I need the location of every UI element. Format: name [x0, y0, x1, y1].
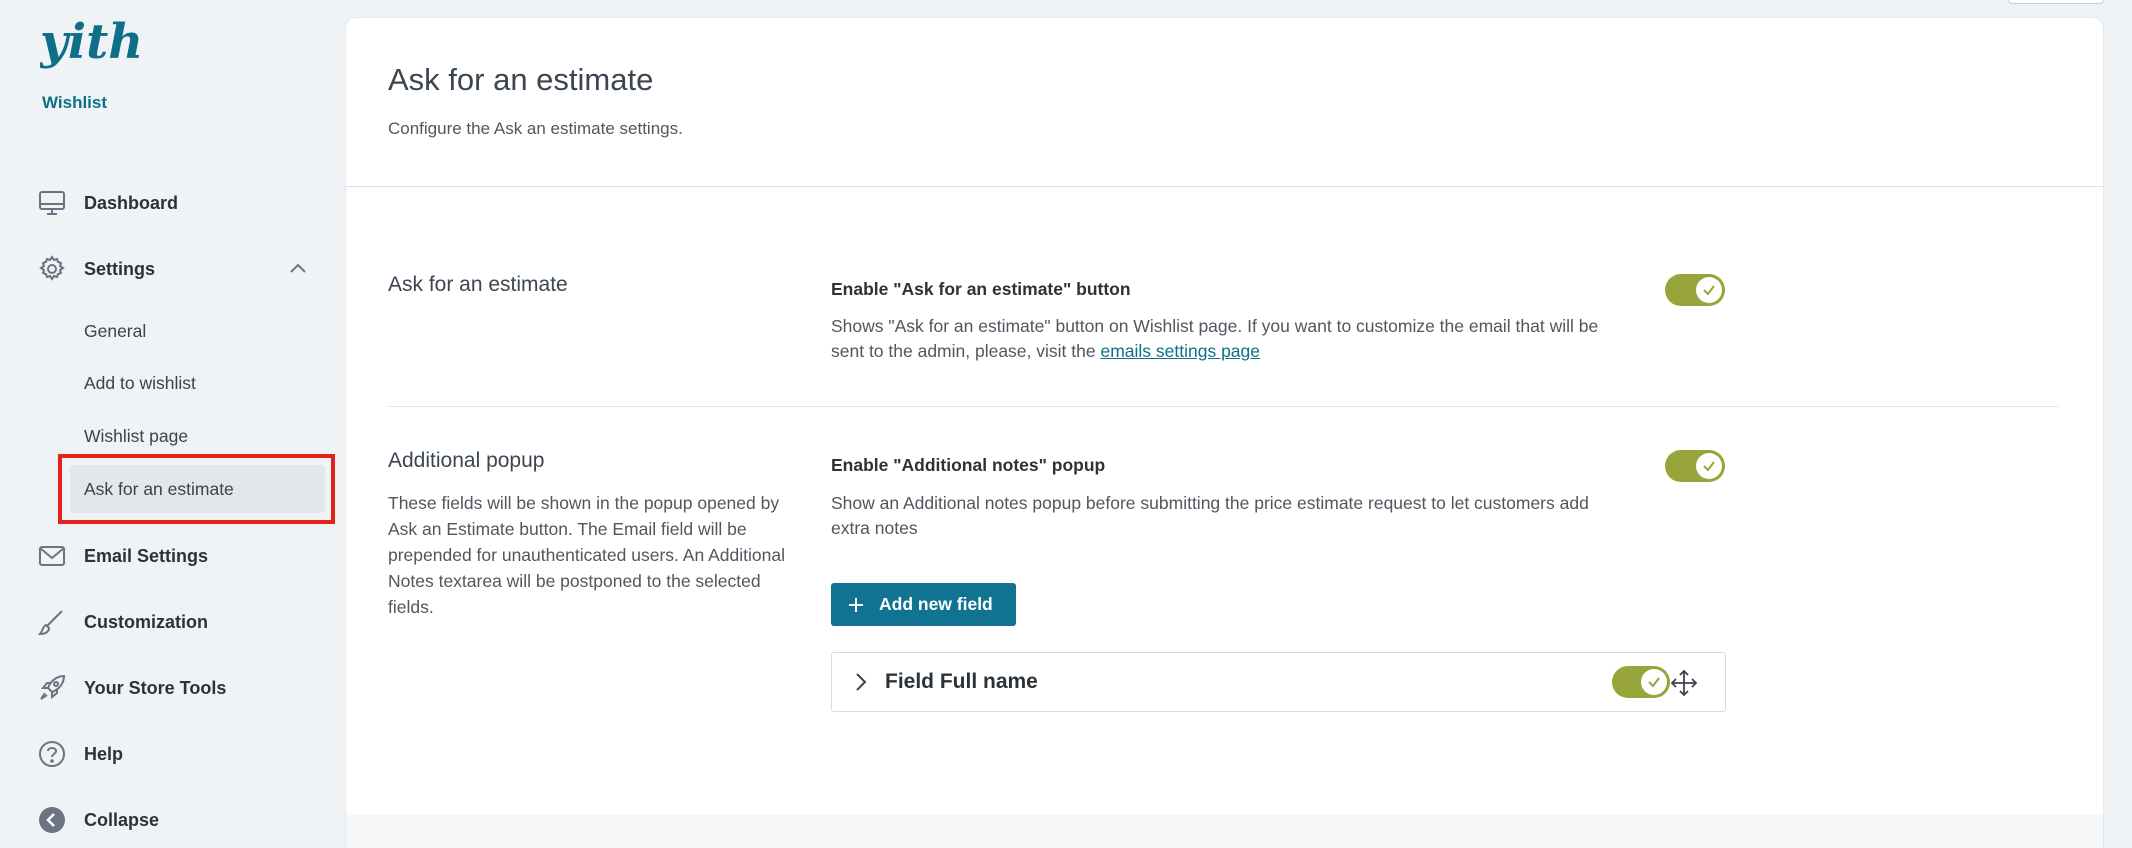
question-circle-icon: [36, 738, 68, 770]
check-icon: [1703, 285, 1715, 296]
sidebar-item-label: Help: [84, 743, 124, 764]
page-title: Ask for an estimate: [388, 62, 654, 97]
sidebar-item-label: Settings: [84, 258, 156, 279]
option-label-estimate-button: Enable "Ask for an estimate" button: [831, 279, 1131, 299]
sidebar-item-collapse[interactable]: Collapse: [36, 800, 326, 840]
chevron-up-icon[interactable]: [288, 259, 308, 279]
top-right-button[interactable]: [2008, 0, 2104, 4]
sidebar-subitem-wishlist-page[interactable]: Wishlist page: [84, 426, 188, 447]
divider: [346, 186, 2103, 187]
additional-notes-toggle[interactable]: [1665, 450, 1725, 482]
sidebar-item-help[interactable]: Help: [36, 734, 326, 774]
toggle-knob: [1696, 453, 1722, 479]
sidebar-item-dashboard[interactable]: Dashboard: [36, 183, 326, 223]
section-description-additional-popup: These fields will be shown in the popup …: [388, 493, 785, 617]
svg-text:yith: yith: [40, 14, 140, 70]
chevron-right-icon[interactable]: [850, 671, 872, 693]
option-label-additional-notes: Enable "Additional notes" popup: [831, 455, 1106, 475]
arrow-left-circle-icon: [36, 804, 68, 836]
sidebar-item-label: Customization: [84, 611, 208, 632]
plus-icon: [849, 597, 863, 612]
option-description-additional-notes: Show an Additional notes popup before su…: [831, 493, 1589, 538]
sidebar-item-email-settings[interactable]: Email Settings: [36, 536, 326, 576]
gear-icon: [36, 253, 68, 285]
page-description: Configure the Ask an estimate settings.: [388, 119, 683, 138]
field-full-name-toggle[interactable]: [1612, 666, 1670, 698]
sidebar-item-label: Dashboard: [84, 192, 179, 213]
rocket-icon: [36, 672, 68, 704]
sidebar-item-customization[interactable]: Customization: [36, 602, 326, 642]
sidebar-item-settings[interactable]: Settings: [36, 249, 326, 289]
plugin-name: Wishlist: [42, 93, 108, 112]
sidebar-item-label: Email Settings: [84, 545, 209, 566]
check-icon: [1703, 461, 1715, 472]
envelope-icon: [36, 540, 68, 572]
add-new-field-label: Add new field: [879, 594, 993, 614]
toggle-knob: [1696, 277, 1722, 303]
yith-logo: yith: [40, 14, 140, 70]
toggle-knob: [1641, 669, 1667, 695]
drag-handle-icon[interactable]: [1670, 669, 1698, 697]
highlight-box: [58, 454, 335, 524]
monitor-icon: [36, 187, 68, 219]
sidebar-subitem-add-to-wishlist[interactable]: Add to wishlist: [84, 373, 196, 394]
divider: [388, 406, 2059, 407]
brush-icon: [36, 606, 68, 638]
check-icon: [1648, 677, 1660, 688]
field-row-title: Field Full name: [885, 670, 1038, 693]
field-row: Field Full name: [831, 652, 1726, 712]
panel-footer: [346, 815, 2103, 848]
sidebar-subitem-general[interactable]: General: [84, 321, 146, 342]
section-title-additional-popup: Additional popup: [388, 449, 545, 472]
sidebar: yith Wishlist Dashboard Settings General…: [0, 0, 346, 848]
settings-panel: Ask for an estimate Configure the Ask an…: [346, 18, 2103, 848]
sidebar-item-label: Your Store Tools: [84, 677, 227, 698]
emails-settings-link[interactable]: emails settings page: [1100, 341, 1260, 361]
estimate-button-toggle[interactable]: [1665, 274, 1725, 306]
option-description-estimate-button: Shows "Ask for an estimate" button on Wi…: [831, 314, 1631, 364]
sidebar-item-your-store-tools[interactable]: Your Store Tools: [36, 668, 326, 708]
section-title-estimate: Ask for an estimate: [388, 273, 568, 296]
add-new-field-button[interactable]: Add new field: [831, 583, 1016, 626]
sidebar-item-label: Collapse: [84, 809, 160, 830]
